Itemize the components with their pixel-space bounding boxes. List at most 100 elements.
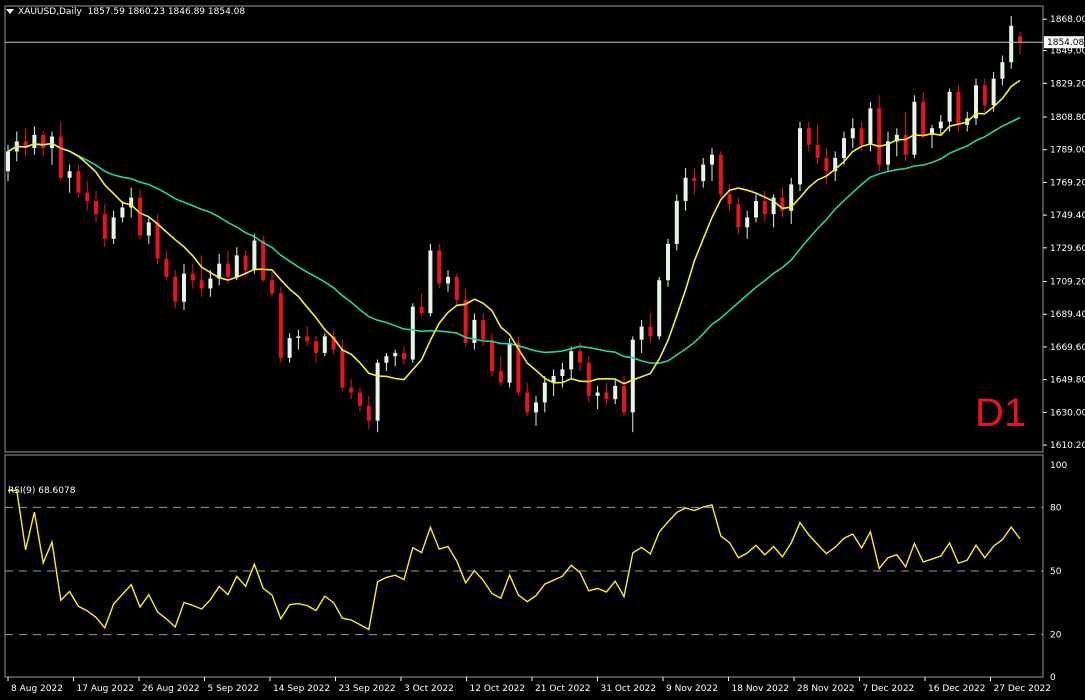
candle-body: [454, 276, 459, 301]
current-price-label: 1854.08: [1047, 38, 1084, 48]
y-tick-label: 1630.00: [1050, 408, 1085, 418]
candle-body: [6, 151, 10, 172]
candle-body: [542, 382, 547, 403]
candle-body: [824, 157, 829, 172]
triangle-down-icon[interactable]: [6, 9, 14, 14]
candle-body: [428, 250, 433, 314]
candle-body: [683, 177, 688, 201]
x-tick-label: 7 Dec 2022: [863, 684, 915, 694]
candle-body: [278, 293, 283, 358]
x-tick-label: 26 Aug 2022: [142, 684, 200, 694]
y-tick-label: 1769.20: [1050, 178, 1085, 188]
candle-body: [226, 263, 230, 277]
candle-body: [718, 154, 723, 195]
x-tick-label: 9 Nov 2022: [666, 684, 718, 694]
y-tick-label: 1749.40: [1050, 211, 1085, 221]
candle-body: [534, 402, 538, 413]
candle-body: [410, 306, 415, 360]
candle-body: [507, 342, 512, 383]
candle-body: [190, 273, 195, 281]
candle-body: [173, 276, 178, 302]
x-tick-label: 16 Dec 2022: [928, 684, 986, 694]
candle-body: [58, 136, 63, 178]
candle-body: [630, 339, 635, 413]
candle-body: [393, 352, 398, 357]
candle-body: [322, 336, 327, 353]
x-tick-label: 3 Oct 2022: [404, 684, 454, 694]
x-tick-label: 8 Aug 2022: [11, 684, 63, 694]
candle-body: [850, 128, 855, 139]
y-tick-label: 1709.20: [1050, 278, 1085, 288]
candle-body: [1018, 36, 1022, 43]
candle-body: [701, 164, 706, 182]
candle-body: [982, 85, 987, 106]
candle-body: [164, 258, 169, 277]
candle-body: [736, 204, 741, 228]
candle-body: [287, 338, 292, 358]
candle-body: [419, 306, 424, 314]
rsi-line: [8, 489, 1021, 631]
main-panel-frame: [4, 5, 1044, 453]
candle-body: [991, 78, 996, 106]
x-tick-label: 27 Dec 2022: [994, 684, 1052, 694]
candle-body: [868, 108, 873, 145]
candle-body: [938, 121, 943, 129]
candle-body: [32, 134, 37, 149]
candle-body: [657, 280, 662, 337]
rsi-tick-label: 20: [1050, 631, 1062, 641]
candle-body: [243, 255, 248, 271]
chart-canvas: 1868.001849.001829.201808.801789.001769.…: [4, 5, 1085, 694]
candle-body: [76, 171, 81, 193]
ma-fast-line: [7, 79, 1021, 385]
candle-body: [674, 200, 679, 244]
candle-body: [446, 276, 450, 284]
y-tick-label: 1669.60: [1050, 343, 1085, 353]
y-tick-label: 1689.40: [1050, 310, 1085, 320]
candle-body: [762, 200, 767, 215]
candle-body: [947, 91, 952, 122]
candle-body: [806, 128, 811, 145]
candle-body: [622, 385, 626, 413]
candle-body: [754, 200, 758, 218]
candle-body: [85, 192, 90, 201]
chart-header: XAUUSD,Daily 1857.59 1860.23 1846.89 185…: [6, 7, 245, 17]
candle-body: [349, 387, 354, 393]
candle-body: [50, 136, 54, 149]
candle-body: [384, 356, 389, 363]
ma-slow-line: [7, 116, 1021, 365]
candle-body: [912, 101, 917, 155]
candle-body: [842, 138, 846, 158]
y-tick-label: 1868.00: [1050, 15, 1085, 25]
candle-body: [745, 217, 750, 228]
candle-body: [798, 128, 802, 185]
y-tick-label: 1649.80: [1050, 376, 1085, 386]
x-tick-label: 14 Sep 2022: [273, 684, 330, 694]
x-tick-label: 18 Nov 2022: [732, 684, 790, 694]
candle-body: [921, 101, 926, 135]
candle-body: [613, 385, 618, 400]
candle-body: [586, 362, 591, 396]
ohlc-values: 1857.59 1860.23 1846.89 1854.08: [87, 7, 246, 17]
x-tick-label: 21 Oct 2022: [535, 684, 591, 694]
candle-body: [182, 273, 186, 302]
x-tick-label: 17 Aug 2022: [77, 684, 135, 694]
candle-body: [41, 134, 46, 149]
candle-body: [120, 207, 125, 218]
rsi-header: RSI(9) 68.6078: [8, 486, 76, 496]
candle-body: [727, 194, 732, 205]
candle-body: [560, 369, 565, 377]
candle-body: [94, 200, 98, 215]
symbol-label: XAUUSD,Daily: [18, 7, 82, 17]
candle-body: [366, 405, 371, 421]
candle-body: [270, 280, 274, 294]
candle-body: [138, 197, 142, 236]
y-tick-label: 1808.80: [1050, 113, 1085, 123]
rsi-tick-label: 100: [1050, 461, 1067, 471]
x-tick-label: 5 Sep 2022: [208, 684, 259, 694]
candle-body: [1000, 62, 1005, 79]
candle-body: [604, 392, 609, 400]
candle-body: [296, 336, 301, 339]
y-tick-label: 1789.00: [1050, 146, 1085, 156]
candle-body: [208, 278, 213, 289]
candle-body: [692, 177, 697, 182]
